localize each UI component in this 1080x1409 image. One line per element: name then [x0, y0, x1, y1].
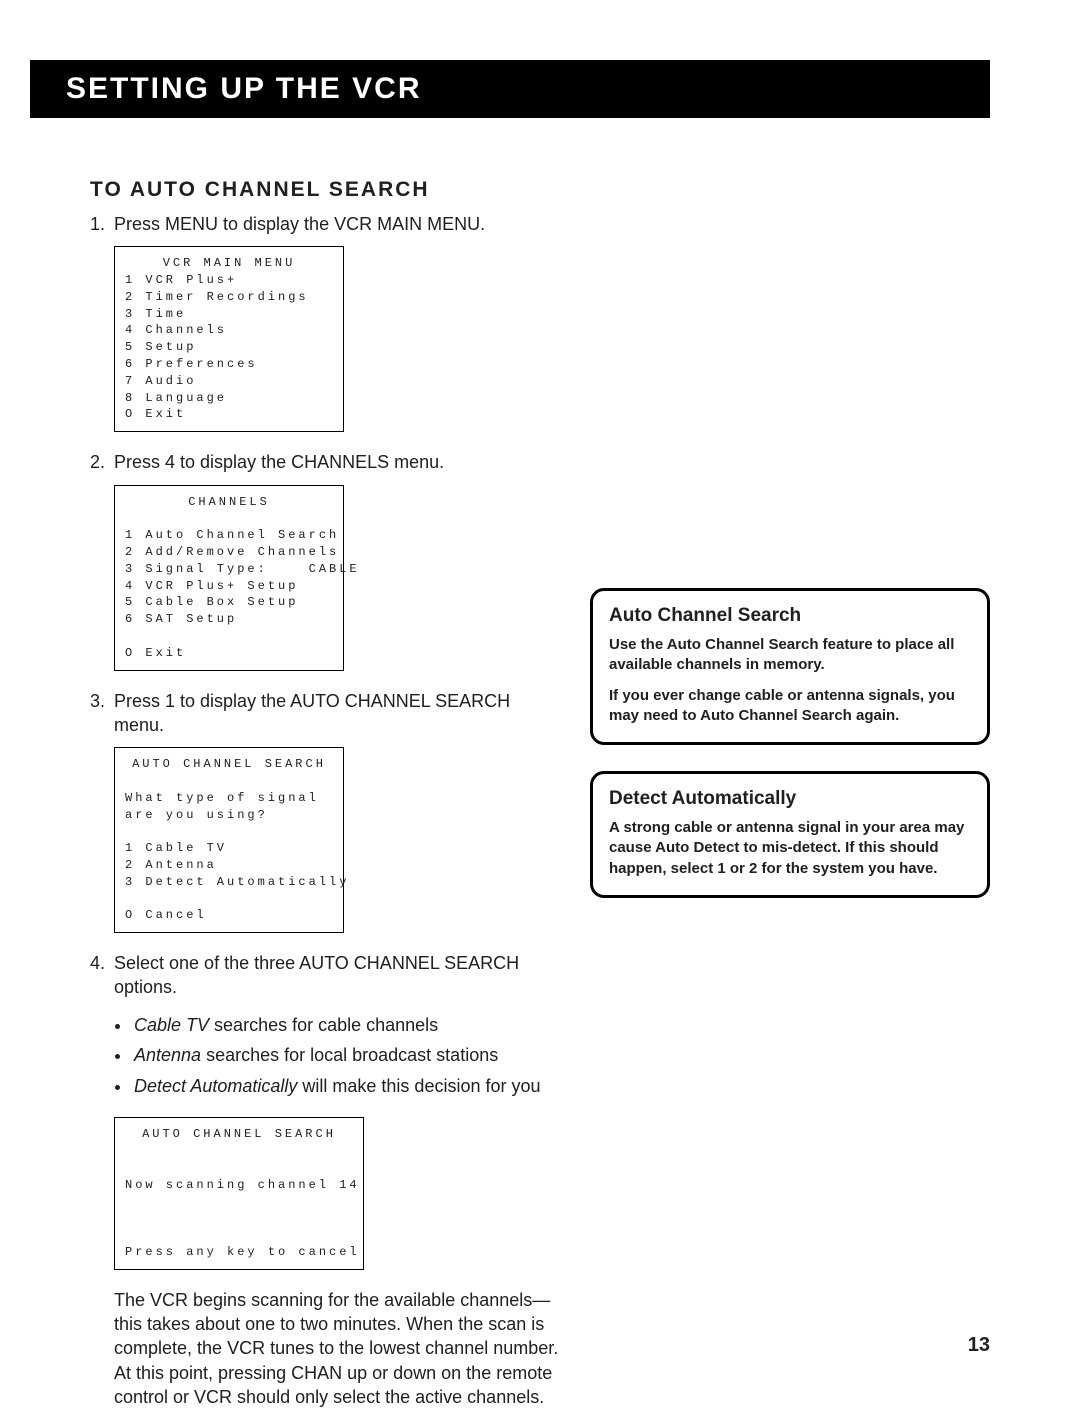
callout-auto-channel-search: Auto Channel Search Use the Auto Channel… — [590, 588, 990, 745]
menu-line: 2 Add/Remove Channels — [125, 544, 333, 561]
page-header: SETTING UP THE VCR — [30, 60, 990, 118]
final-paragraph: The VCR begins scanning for the availabl… — [114, 1288, 560, 1409]
menu-line: O Cancel — [125, 907, 333, 924]
option-desc: searches for cable channels — [209, 1015, 438, 1035]
menu-title: AUTO CHANNEL SEARCH — [125, 1126, 353, 1143]
callout-paragraph: If you ever change cable or antenna sign… — [609, 686, 971, 727]
step-text: Select one of the three AUTO CHANNEL SEA… — [114, 953, 519, 997]
callout-paragraph: A strong cable or antenna signal in your… — [609, 818, 971, 879]
callout-detect-automatically: Detect Automatically A strong cable or a… — [590, 771, 990, 898]
menu-line: Press any key to cancel — [125, 1244, 353, 1261]
menu-line: 1 VCR Plus+ — [125, 272, 333, 289]
step-number: 1. — [90, 212, 114, 236]
menu-line: 2 Antenna — [125, 857, 333, 874]
step-number: 2. — [90, 450, 114, 474]
step-text: Press 4 to display the CHANNELS menu. — [114, 452, 444, 472]
menu-line: 4 Channels — [125, 322, 333, 339]
menu-line: What type of signal — [125, 790, 333, 807]
menu-line: 5 Setup — [125, 339, 333, 356]
menu-line: 8 Language — [125, 390, 333, 407]
menu-line: 2 Timer Recordings — [125, 289, 333, 306]
step-number: 4. — [90, 951, 114, 975]
step-text: Press 1 to display the AUTO CHANNEL SEAR… — [114, 691, 510, 735]
menu-title: VCR MAIN MENU — [125, 255, 333, 272]
main-column: TO AUTO CHANNEL SEARCH 1.Press MENU to d… — [90, 178, 560, 1409]
options-list: Cable TV searches for cable channels Ant… — [114, 1010, 560, 1102]
menu-line: Now scanning channel 14 — [125, 1177, 353, 1194]
section-heading: TO AUTO CHANNEL SEARCH — [90, 178, 560, 202]
callout-title: Detect Automatically — [609, 788, 971, 810]
menu-line: 3 Time — [125, 306, 333, 323]
menu-line: 7 Audio — [125, 373, 333, 390]
menu-line: 5 Cable Box Setup — [125, 594, 333, 611]
option-name: Antenna — [134, 1045, 201, 1065]
step-2: 2.Press 4 to display the CHANNELS menu. — [90, 450, 560, 474]
menu-scanning: AUTO CHANNEL SEARCH Now scanning channel … — [114, 1117, 364, 1269]
callout-paragraph: Use the Auto Channel Search feature to p… — [609, 635, 971, 676]
menu-line: 1 Cable TV — [125, 840, 333, 857]
option-desc: searches for local broadcast stations — [201, 1045, 498, 1065]
step-1: 1.Press MENU to display the VCR MAIN MEN… — [90, 212, 560, 236]
menu-line: 4 VCR Plus+ Setup — [125, 578, 333, 595]
option-name: Cable TV — [134, 1015, 209, 1035]
step-4: 4.Select one of the three AUTO CHANNEL S… — [90, 951, 560, 1000]
option-desc: will make this decision for you — [297, 1076, 540, 1096]
side-column: Auto Channel Search Use the Auto Channel… — [590, 178, 990, 1409]
option-name: Detect Automatically — [134, 1076, 297, 1096]
menu-title: CHANNELS — [125, 494, 333, 511]
list-item: Antenna searches for local broadcast sta… — [132, 1040, 560, 1071]
menu-vcr-main: VCR MAIN MENU1 VCR Plus+2 Timer Recordin… — [114, 246, 344, 432]
menu-title: AUTO CHANNEL SEARCH — [125, 756, 333, 773]
callout-body: A strong cable or antenna signal in your… — [609, 818, 971, 879]
menu-line: 6 Preferences — [125, 356, 333, 373]
list-item: Cable TV searches for cable channels — [132, 1010, 560, 1041]
step-number: 3. — [90, 689, 114, 713]
step-3: 3.Press 1 to display the AUTO CHANNEL SE… — [90, 689, 560, 738]
menu-line: 1 Auto Channel Search — [125, 527, 333, 544]
list-item: Detect Automatically will make this deci… — [132, 1071, 560, 1102]
menu-auto-channel-search: AUTO CHANNEL SEARCH What type of signalar… — [114, 747, 344, 933]
callout-title: Auto Channel Search — [609, 605, 971, 627]
content-area: TO AUTO CHANNEL SEARCH 1.Press MENU to d… — [0, 118, 1080, 1409]
menu-line: 3 Signal Type: CABLE — [125, 561, 333, 578]
menu-line: are you using? — [125, 807, 333, 824]
step-text: Press MENU to display the VCR MAIN MENU. — [114, 214, 485, 234]
menu-line: 6 SAT Setup — [125, 611, 333, 628]
menu-line: O Exit — [125, 406, 333, 423]
menu-line: 3 Detect Automatically — [125, 874, 333, 891]
page-number: 13 — [968, 1334, 990, 1357]
callout-body: Use the Auto Channel Search feature to p… — [609, 635, 971, 726]
menu-channels: CHANNELS 1 Auto Channel Search2 Add/Remov… — [114, 485, 344, 671]
menu-line: O Exit — [125, 645, 333, 662]
